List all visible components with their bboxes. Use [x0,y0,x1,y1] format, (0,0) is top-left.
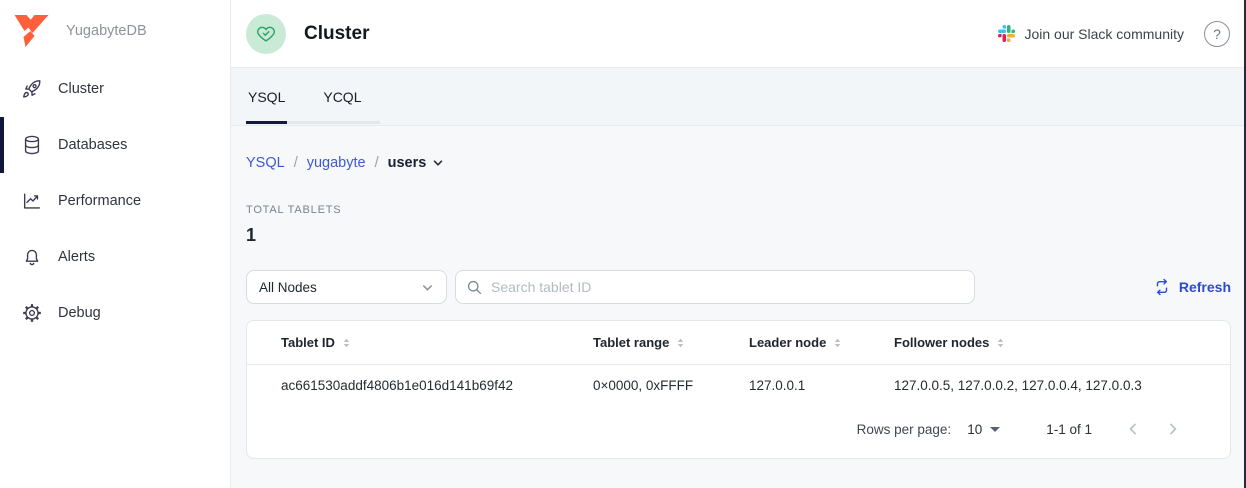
heart-check-icon [255,23,277,45]
pagination-row: Rows per page: 10 1-1 of 1 [247,405,1230,453]
cell-tablet-range: 0×0000, 0xFFFF [593,378,749,393]
table-header-row: Tablet ID Tablet range Leader node Follo… [247,321,1230,365]
rows-per-page-label: Rows per page: [857,422,952,437]
main-area: Cluster Join our Slack community ? [231,0,1246,488]
filter-row: All Nodes [246,270,1231,304]
slack-link-label: Join our Slack community [1024,26,1184,42]
total-tablets-label: TOTAL TABLETS [246,204,1231,216]
tab-ycql[interactable]: YCQL [321,68,363,125]
sidebar: YugabyteDB Cluster [0,0,231,488]
line-chart-icon [20,189,44,213]
tablet-search-box [455,270,975,304]
search-icon [466,279,483,296]
api-tabs: YSQL YCQL [246,68,397,125]
next-page-button[interactable] [1166,422,1180,436]
refresh-button[interactable]: Refresh [1153,278,1231,296]
chevron-down-icon [432,157,444,169]
column-label: Tablet range [593,335,669,350]
page-header: Cluster Join our Slack community ? [231,0,1246,68]
sort-icon [341,337,352,349]
sidebar-item-alerts[interactable]: Alerts [0,229,230,285]
column-header-follower-nodes[interactable]: Follower nodes [894,335,1230,350]
slack-community-link[interactable]: Join our Slack community [998,25,1184,42]
question-mark-icon: ? [1213,26,1221,42]
breadcrumb-current-table-selector[interactable]: users [388,155,445,171]
column-header-leader-node[interactable]: Leader node [749,335,894,350]
database-icon [20,133,44,157]
refresh-label: Refresh [1179,279,1231,295]
chevron-right-icon [1166,422,1180,436]
column-label: Follower nodes [894,335,989,350]
bell-icon [20,245,44,269]
yugabytedb-logo-icon [10,14,53,48]
breadcrumb-current-label: users [388,155,427,171]
api-tabbar: YSQL YCQL [231,68,1246,126]
rocket-icon [20,77,44,101]
caret-down-icon [990,427,1000,432]
tab-label: YSQL [248,89,285,105]
sidebar-item-label: Alerts [58,249,95,265]
rows-per-page-value: 10 [967,422,982,437]
column-header-tablet-id[interactable]: Tablet ID [281,335,593,350]
sidebar-item-debug[interactable]: Debug [0,285,230,341]
tab-label: YCQL [323,89,361,105]
column-label: Tablet ID [281,335,335,350]
cell-follower-nodes: 127.0.0.5, 127.0.0.2, 127.0.0.4, 127.0.0… [894,378,1230,393]
chevron-down-icon [421,281,434,294]
header-actions: Join our Slack community ? [998,21,1230,47]
nodes-filter-select[interactable]: All Nodes [246,270,447,304]
total-tablets-value: 1 [246,225,1231,246]
tab-ysql[interactable]: YSQL [246,68,287,125]
help-button[interactable]: ? [1204,21,1230,47]
sidebar-item-cluster[interactable]: Cluster [0,61,230,117]
breadcrumb-separator: / [294,155,298,171]
refresh-icon [1153,278,1171,296]
sidebar-item-performance[interactable]: Performance [0,173,230,229]
pagination-range: 1-1 of 1 [1046,422,1092,437]
gear-icon [20,301,44,325]
rows-per-page-select[interactable]: 10 [967,422,1000,437]
chevron-left-icon [1126,422,1140,436]
sidebar-item-label: Cluster [58,81,104,97]
sidebar-item-databases[interactable]: Databases [0,117,230,173]
nodes-filter-value: All Nodes [259,280,317,295]
sort-icon [675,337,686,349]
content-area: YSQL / yugabyte / users TOTAL TABLETS 1 … [231,126,1246,488]
sidebar-item-label: Performance [58,193,141,209]
breadcrumb: YSQL / yugabyte / users [246,155,1231,171]
breadcrumb-link-ysql[interactable]: YSQL [246,155,285,171]
column-label: Leader node [749,335,826,350]
brand-name: YugabyteDB [66,23,147,39]
previous-page-button[interactable] [1126,422,1140,436]
tablet-search-input[interactable] [491,279,964,295]
brand-header: YugabyteDB [0,0,230,50]
breadcrumb-separator: / [375,155,379,171]
cell-tablet-id: ac661530addf4806b1e016d141b69f42 [281,378,593,393]
sort-icon [995,337,1006,349]
sort-icon [832,337,843,349]
column-header-tablet-range[interactable]: Tablet range [593,335,749,350]
cluster-status-avatar [246,14,286,54]
sidebar-item-label: Debug [58,305,101,321]
tablets-table-card: Tablet ID Tablet range Leader node Follo… [246,320,1231,459]
sidebar-item-label: Databases [58,137,127,153]
page-title: Cluster [304,23,369,45]
table-row[interactable]: ac661530addf4806b1e016d141b69f42 0×0000,… [247,365,1230,405]
sidebar-nav: Cluster Databases [0,61,230,341]
app-window: YugabyteDB Cluster [0,0,1246,488]
breadcrumb-link-yugabyte[interactable]: yugabyte [307,155,366,171]
slack-icon [998,25,1015,42]
cell-leader-node: 127.0.0.1 [749,378,894,393]
